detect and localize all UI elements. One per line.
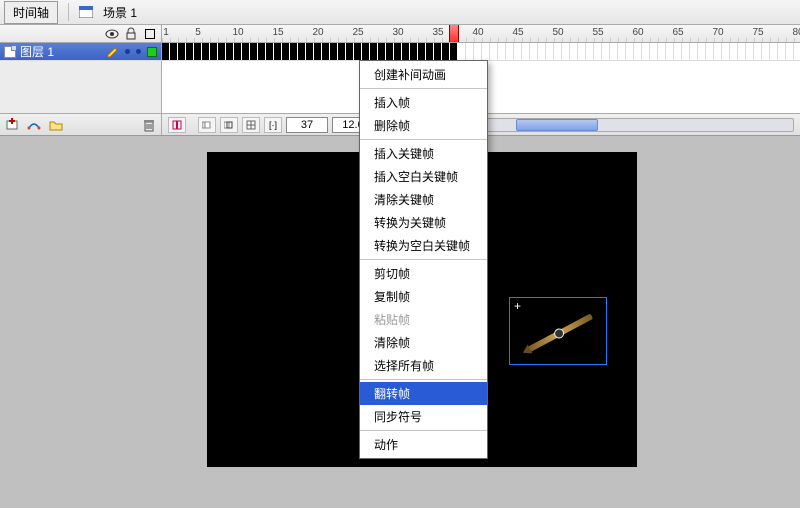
- registration-point-icon: +: [514, 302, 521, 310]
- divider: [68, 3, 69, 21]
- add-layer-icon[interactable]: [4, 117, 20, 133]
- outline-square-icon[interactable]: [145, 29, 155, 39]
- menu-separator: [360, 379, 487, 380]
- frame-track[interactable]: [162, 43, 800, 60]
- modify-onion-markers-button[interactable]: [·]: [264, 117, 282, 133]
- menu-item[interactable]: 清除关键帧: [360, 188, 487, 211]
- menu-item[interactable]: 创建补间动画: [360, 63, 487, 86]
- menu-item[interactable]: 插入关键帧: [360, 142, 487, 165]
- selection-bounding-box[interactable]: +: [509, 297, 607, 365]
- layer-cell[interactable]: 图层 1: [0, 43, 162, 60]
- menu-item[interactable]: 剪切帧: [360, 262, 487, 285]
- frame-context-menu: 创建补间动画插入帧删除帧插入关键帧插入空白关键帧清除关键帧转换为关键帧转换为空白…: [359, 60, 488, 459]
- layer-row[interactable]: 图层 1: [0, 43, 800, 61]
- edit-multiple-frames-button[interactable]: [242, 117, 260, 133]
- layer-page-icon: [4, 46, 16, 58]
- menu-item[interactable]: 转换为空白关键帧: [360, 234, 487, 257]
- menu-separator: [360, 139, 487, 140]
- timeline-tab[interactable]: 时间轴: [4, 1, 58, 24]
- menu-separator: [360, 259, 487, 260]
- menu-separator: [360, 88, 487, 89]
- menu-item[interactable]: 转换为关键帧: [360, 211, 487, 234]
- menu-item[interactable]: 翻转帧: [360, 382, 487, 405]
- menu-item[interactable]: 删除帧: [360, 114, 487, 137]
- symbol-instance[interactable]: [527, 313, 593, 352]
- layer-tools: [0, 114, 162, 135]
- playhead[interactable]: [449, 25, 459, 42]
- timeline-header: 1510152025303540455055606570758085: [0, 25, 800, 43]
- menu-item[interactable]: 插入帧: [360, 91, 487, 114]
- current-frame-display: 37: [286, 117, 328, 133]
- frame-ruler[interactable]: 1510152025303540455055606570758085: [162, 25, 800, 42]
- menu-separator: [360, 430, 487, 431]
- layer-column-header: [0, 25, 162, 42]
- scene-label: 场景 1: [103, 4, 137, 21]
- menu-item[interactable]: 同步符号: [360, 405, 487, 428]
- menu-item[interactable]: 插入空白关键帧: [360, 165, 487, 188]
- trash-icon[interactable]: [141, 117, 157, 133]
- eye-icon[interactable]: [105, 27, 119, 41]
- menu-item[interactable]: 动作: [360, 433, 487, 456]
- add-motion-guide-icon[interactable]: [26, 117, 42, 133]
- menu-item: 粘贴帧: [360, 308, 487, 331]
- onion-skin-outlines-button[interactable]: [220, 117, 238, 133]
- layer-name: 图层 1: [20, 43, 54, 60]
- scene-icon[interactable]: [79, 6, 93, 18]
- onion-skin-button[interactable]: [198, 117, 216, 133]
- menu-item[interactable]: 清除帧: [360, 331, 487, 354]
- lock-icon[interactable]: [125, 27, 139, 41]
- center-frame-button[interactable]: [168, 117, 186, 133]
- menu-item[interactable]: 选择所有帧: [360, 354, 487, 377]
- add-folder-icon[interactable]: [48, 117, 64, 133]
- visibility-dot[interactable]: [125, 49, 130, 54]
- menu-item[interactable]: 复制帧: [360, 285, 487, 308]
- top-bar: 时间轴 场景 1: [0, 0, 800, 25]
- lock-dot[interactable]: [136, 49, 141, 54]
- outline-color-swatch[interactable]: [147, 47, 157, 57]
- pencil-icon: [107, 46, 119, 58]
